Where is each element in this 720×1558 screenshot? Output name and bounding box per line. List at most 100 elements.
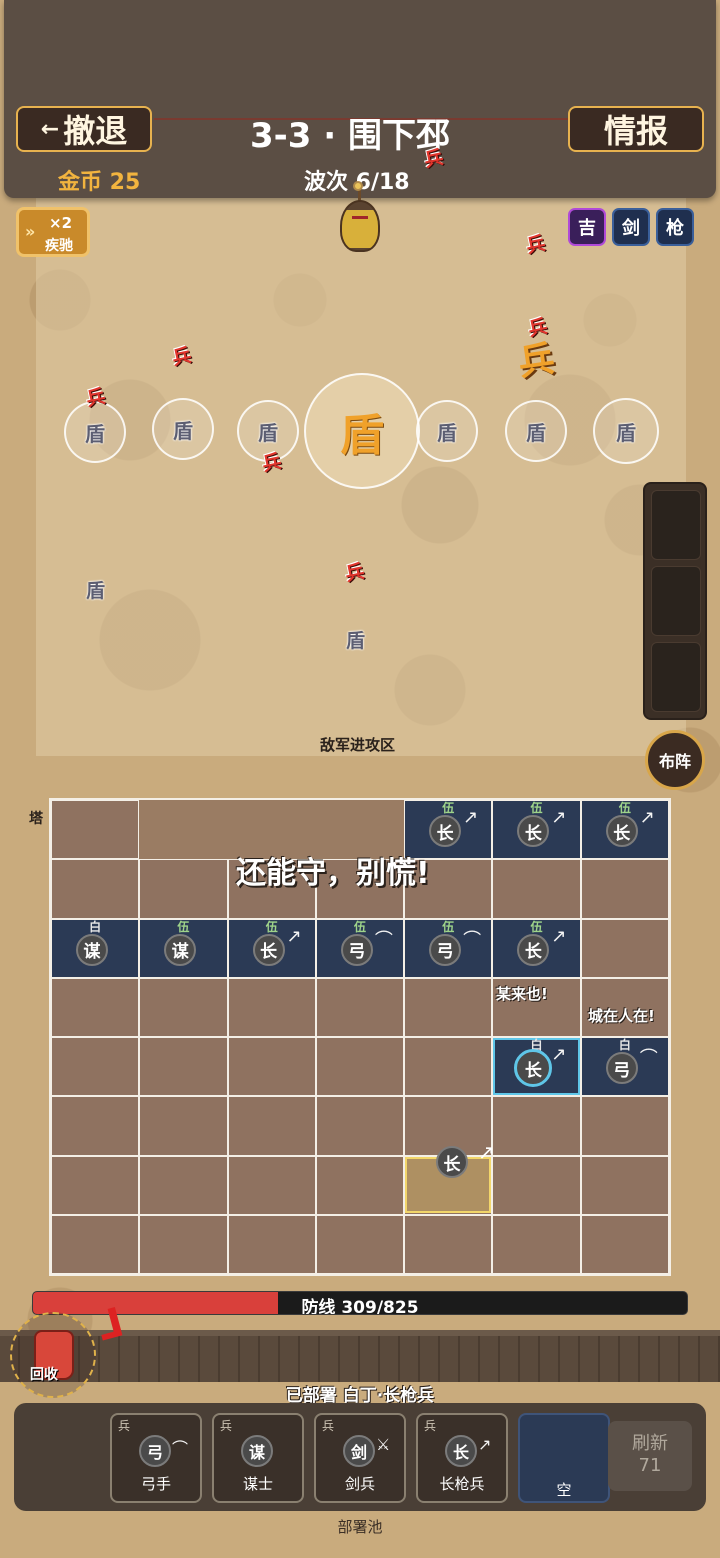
morale-message: 还能守，别慌! — [236, 856, 430, 891]
retreat-button[interactable]: ← 撤退 — [16, 106, 152, 152]
grid-cell[interactable]: 伍弓 ⌒ — [315, 918, 405, 978]
grid-cell[interactable] — [580, 1155, 669, 1215]
shield-unit: 盾 — [416, 400, 478, 462]
speed-label: 疾驰 — [45, 238, 73, 254]
grid-cell[interactable] — [227, 1096, 316, 1156]
retreat-label: 撤退 — [63, 112, 128, 150]
pool-card-strategist[interactable]: 兵 谋 谋士 — [212, 1413, 304, 1503]
pool-card-swordsman[interactable]: 兵 剑 ⚔ 剑兵 — [314, 1413, 406, 1503]
grid-cell[interactable] — [227, 1214, 316, 1274]
grid-cell[interactable] — [51, 1037, 140, 1097]
reserve-slot[interactable] — [651, 642, 701, 712]
grid-cell[interactable] — [51, 859, 140, 919]
grid-cell[interactable] — [51, 1214, 140, 1274]
wave-counter: 波次 6/18 — [304, 170, 410, 195]
grid-cell[interactable] — [404, 977, 493, 1037]
grid-cell[interactable]: 白长 ↗ — [492, 1037, 581, 1097]
tag-luck[interactable]: 吉 — [568, 208, 606, 246]
shield-soldier: 盾 — [346, 630, 366, 652]
back-arrow-icon: ← — [40, 116, 60, 142]
card-unit-icon: 长 — [445, 1435, 477, 1467]
grid-cell[interactable] — [227, 1037, 316, 1097]
grid-cell[interactable] — [51, 1155, 140, 1215]
defense-line-label: 防线 309/825 — [301, 1298, 419, 1315]
grid-cell[interactable] — [315, 977, 405, 1037]
grid-cell[interactable] — [315, 1214, 405, 1274]
formation-button[interactable]: 布阵 — [645, 730, 705, 790]
unit-rank: 伍 — [530, 801, 543, 815]
fast-forward-icon: » — [25, 222, 36, 241]
grid-cell[interactable] — [315, 1096, 405, 1156]
refresh-cost: 71 — [638, 1455, 662, 1476]
intel-label: 情报 — [603, 112, 668, 150]
grid-cell[interactable] — [404, 1214, 493, 1274]
unit-icon: 长 — [605, 815, 638, 847]
refresh-button[interactable]: 刷新 71 — [608, 1421, 692, 1491]
bow-icon: ⌒ — [374, 929, 393, 951]
grid-cell[interactable] — [139, 1155, 228, 1215]
grid-cell[interactable]: 白弓 ⌒ — [580, 1037, 669, 1097]
grid-cell[interactable] — [580, 1214, 669, 1274]
unit-speech-bubble: 城在人在! — [588, 1007, 655, 1025]
empty-slot-label: 空 — [556, 1481, 572, 1499]
enemy-attack-zone-label: 敌军进攻区 — [320, 736, 396, 754]
grid-cell[interactable] — [51, 1096, 140, 1156]
grid-cell[interactable] — [51, 977, 140, 1037]
grid-cell[interactable] — [139, 1037, 228, 1097]
grid-cell[interactable] — [139, 859, 228, 919]
pool-card-spearman[interactable]: 兵 长 ↗ 长枪兵 — [416, 1413, 508, 1503]
spear-icon: ↗ — [463, 807, 479, 828]
reserve-slot[interactable] — [651, 566, 701, 636]
unit-rank: 伍 — [442, 801, 455, 815]
unit-icon: 长 — [517, 815, 550, 847]
grid-cell[interactable] — [139, 977, 228, 1037]
grid-cell[interactable]: 伍长 ↗ — [227, 918, 316, 978]
grid-cell[interactable] — [51, 800, 140, 860]
refresh-label: 刷新 — [632, 1433, 668, 1454]
card-unit-icon: 剑 — [343, 1435, 375, 1467]
grid-cell[interactable] — [139, 1096, 228, 1156]
pool-label: 部署池 — [337, 1518, 383, 1536]
grid-cell[interactable]: 伍长 ↗ — [492, 918, 581, 978]
grid-cell[interactable] — [580, 1096, 669, 1156]
pool-card-archer[interactable]: 兵 弓 ⌒ 弓手 — [110, 1413, 202, 1503]
pool-card-empty[interactable]: 空 — [518, 1413, 610, 1503]
shield-unit-highlighted: 盾 — [304, 373, 420, 489]
grid-cell[interactable] — [580, 918, 669, 978]
grid-cell[interactable] — [315, 1155, 405, 1215]
speed-toggle-button[interactable]: » ×2 疾驰 — [16, 207, 90, 257]
shield-unit: 盾 — [593, 398, 659, 464]
intel-button[interactable]: 情报 — [568, 106, 704, 152]
grid-cell[interactable] — [227, 1155, 316, 1215]
grid-cell[interactable]: 伍长 ↗ — [492, 800, 581, 860]
card-type: 兵 — [220, 1419, 233, 1433]
grid-cell[interactable] — [492, 1096, 581, 1156]
tower-label: 塔 — [29, 811, 43, 827]
reserve-slot[interactable] — [651, 490, 701, 560]
grid-cell[interactable] — [227, 977, 316, 1037]
unit-rank: 伍 — [618, 801, 631, 815]
shield-unit: 盾 — [505, 400, 567, 462]
grid-cell[interactable]: 伍弓 ⌒ — [404, 918, 493, 978]
card-type: 兵 — [322, 1419, 335, 1433]
dragging-unit[interactable]: 长 — [436, 1146, 468, 1178]
bow-icon: ⌒ — [639, 1048, 658, 1069]
shield-soldier: 盾 — [86, 580, 106, 602]
unit-icon: 弓 — [429, 933, 462, 966]
grid-cell[interactable] — [492, 1155, 581, 1215]
grid-cell[interactable]: 伍长 ↗ — [580, 800, 669, 860]
tag-spear[interactable]: 枪 — [656, 208, 694, 246]
grid-cell[interactable] — [315, 1037, 405, 1097]
grid-cell[interactable] — [139, 1214, 228, 1274]
grid-cell[interactable] — [492, 1214, 581, 1274]
grid-cell[interactable] — [492, 859, 581, 919]
unit-rank: 伍 — [177, 919, 190, 934]
grid-cell[interactable]: 伍谋 — [139, 918, 228, 978]
unit-icon: 长 — [429, 815, 462, 847]
speed-multiplier: ×2 — [49, 214, 73, 232]
spear-icon: ↗ — [286, 925, 302, 947]
grid-cell[interactable]: 白谋 — [51, 918, 140, 978]
grid-cell[interactable] — [580, 859, 669, 919]
tag-sword[interactable]: 剑 — [612, 208, 650, 246]
grid-cell[interactable] — [404, 1037, 493, 1097]
